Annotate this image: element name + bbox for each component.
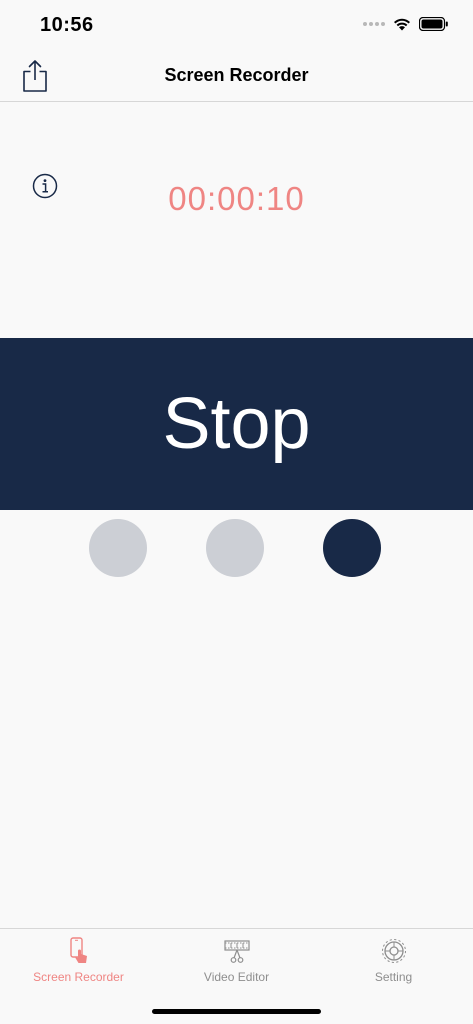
page-dot-2[interactable] bbox=[206, 519, 264, 577]
wifi-icon bbox=[394, 18, 410, 31]
phone-tap-icon bbox=[65, 937, 93, 965]
status-icons bbox=[363, 17, 449, 31]
recording-timer: 00:00:10 bbox=[168, 180, 305, 217]
tab-label: Setting bbox=[374, 970, 413, 984]
navigation-bar: Screen Recorder bbox=[0, 50, 473, 102]
tab-label: Screen Recorder bbox=[33, 970, 124, 984]
battery-icon bbox=[419, 17, 448, 31]
status-time: 10:56 bbox=[40, 14, 94, 36]
tab-screen-recorder[interactable]: Screen Recorder bbox=[0, 937, 157, 984]
status-bar: 10:56 bbox=[0, 0, 473, 50]
tab-label: Video Editor bbox=[203, 970, 270, 984]
tab-setting[interactable]: Setting bbox=[315, 937, 472, 984]
page-title: Screen Recorder bbox=[164, 65, 309, 85]
app-screen: 10:56 Screen Recorder 00:00:10 Stop Scre… bbox=[0, 0, 473, 1024]
stop-button[interactable]: Stop bbox=[0, 338, 473, 510]
stop-label: Stop bbox=[162, 384, 311, 464]
tab-video-editor[interactable]: Video Editor bbox=[158, 937, 315, 984]
signal-icon bbox=[363, 22, 385, 26]
gear-icon bbox=[380, 937, 408, 965]
page-dot-3[interactable] bbox=[323, 519, 381, 577]
home-indicator[interactable] bbox=[152, 1009, 321, 1014]
page-dot-1[interactable] bbox=[89, 519, 147, 577]
film-scissors-icon bbox=[223, 937, 251, 965]
